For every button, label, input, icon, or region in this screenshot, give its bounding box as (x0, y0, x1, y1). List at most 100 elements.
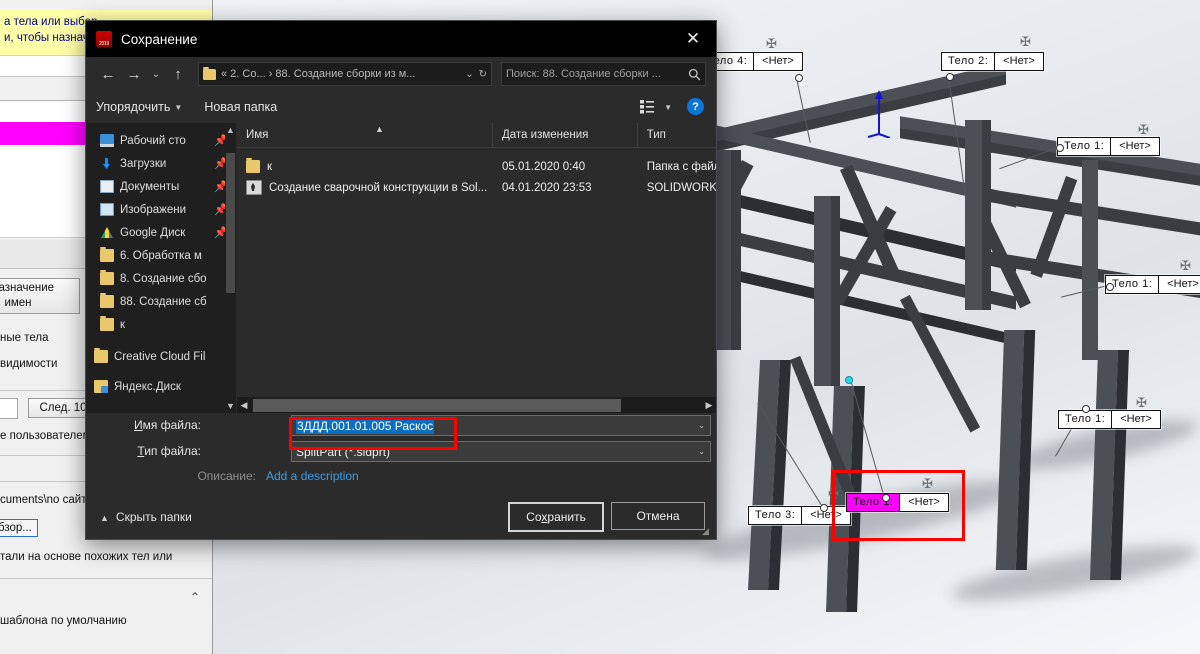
dialog-toolbar[interactable]: Упорядочить ▼ Новая папка ▼ ? (86, 91, 716, 123)
breadcrumb[interactable]: « 2. Со... › 88. Создание сборки из м... (221, 68, 460, 80)
pin-icon[interactable]: ✠ (766, 36, 777, 52)
pin-icon[interactable]: ✠ (1136, 395, 1147, 411)
sidebar-item-creative-cloud[interactable]: Creative Cloud Fil (86, 345, 236, 368)
new-folder-button[interactable]: Новая папка (204, 100, 277, 114)
beam-column (982, 120, 991, 310)
help-icon[interactable]: ? (687, 98, 704, 115)
up-button[interactable]: ↑ (166, 62, 190, 86)
sidebar-scrollbar[interactable]: ▲ ▼ (225, 123, 236, 413)
folder-icon (203, 66, 216, 80)
address-bar[interactable]: « 2. Со... › 88. Создание сборки из м...… (198, 62, 492, 86)
scroll-left-icon[interactable]: ◀ (237, 400, 251, 411)
pin-icon[interactable]: ✠ (1138, 122, 1149, 138)
sidebar-item-google-drive[interactable]: Google Диск 📌 (86, 221, 236, 244)
body-callout[interactable]: Тело 1: <Нет> (1105, 275, 1200, 294)
scroll-down-icon[interactable]: ▼ (225, 399, 236, 413)
scroll-up-icon[interactable]: ▲ (225, 123, 236, 137)
recent-locations-icon[interactable]: ⌄ (148, 62, 164, 86)
callout-key: Тело 3: (749, 507, 803, 524)
pin-icon[interactable]: ✠ (1020, 34, 1031, 50)
filename-input[interactable]: 3ДДД.001.01.005 Раскос ⌄ (291, 415, 711, 436)
sidebar-item-folder-88[interactable]: 88. Создание сб (86, 290, 236, 313)
callout-anchor (1106, 283, 1114, 291)
file-list-pane[interactable]: Имя Дата изменения Тип ▲ к 05.01.2020 0:… (237, 123, 716, 413)
sidebar-item-pictures[interactable]: Изображени 📌 (86, 198, 236, 221)
downloads-icon (100, 157, 114, 170)
chevron-down-icon[interactable]: ⌄ (698, 447, 705, 456)
places-sidebar[interactable]: Рабочий сто 📌 Загрузки 📌 Документы 📌 Изо… (86, 123, 237, 413)
sidebar-item-label: Google Диск (120, 226, 186, 239)
organize-button[interactable]: Упорядочить ▼ (96, 100, 182, 114)
callout-value[interactable]: <Нет> (1111, 138, 1159, 155)
solidworks-file-icon (246, 180, 262, 195)
view-layout-icon[interactable] (640, 100, 654, 114)
organize-label: Упорядочить (96, 100, 171, 114)
search-input[interactable]: Поиск: 88. Создание сборки ... (506, 68, 688, 80)
chevron-down-icon[interactable]: ▼ (664, 103, 672, 112)
folder-icon (100, 270, 114, 285)
chevron-up-icon[interactable]: ⌃ (190, 590, 200, 604)
callout-value[interactable]: <Нет> (1112, 411, 1160, 428)
sidebar-item-folder-8[interactable]: 8. Создание сбо (86, 267, 236, 290)
body-callout[interactable]: Тело 1: <Нет> (1057, 137, 1160, 156)
folder-icon (100, 293, 114, 308)
file-date: 04.01.2020 23:53 (501, 181, 592, 194)
auto-name-button[interactable]: о-назначение имен (0, 278, 80, 314)
dialog-navbar[interactable]: ← → ⌄ ↑ « 2. Со... › 88. Создание сборки… (86, 57, 716, 91)
sidebar-item-downloads[interactable]: Загрузки 📌 (86, 152, 236, 175)
sidebar-item-desktop[interactable]: Рабочий сто 📌 (86, 129, 236, 152)
callout-value[interactable]: <Нет> (1159, 276, 1200, 293)
sidebar-item-folder-k[interactable]: к (86, 313, 236, 336)
close-icon[interactable]: ✕ (670, 21, 716, 57)
forward-button[interactable]: → (122, 62, 146, 86)
sidebar-item-label: к (120, 318, 126, 331)
refresh-icon[interactable]: ↻ (479, 69, 487, 80)
scrollbar-thumb[interactable] (226, 153, 235, 293)
sidebar-item-documents[interactable]: Документы 📌 (86, 175, 236, 198)
browse-button[interactable]: бзор... (0, 519, 38, 537)
column-header-date[interactable]: Дата изменения (493, 123, 638, 147)
callout-key: Тело 1: (1106, 276, 1160, 293)
callout-anchor (795, 74, 803, 82)
dialog-titlebar[interactable]: Сохранение ✕ (86, 21, 716, 57)
search-box[interactable]: Поиск: 88. Создание сборки ... (501, 62, 706, 86)
column-header-name[interactable]: Имя (237, 123, 493, 147)
callout-value[interactable]: <Нет> (754, 53, 802, 70)
back-button[interactable]: ← (96, 62, 120, 86)
count-field[interactable]: 0 (0, 398, 18, 419)
save-button[interactable]: Сохранить (508, 502, 604, 532)
save-button-label: Сохранить (526, 510, 586, 524)
sidebar-item-yandex-disk[interactable]: Яндекс.Диск (86, 375, 236, 398)
save-dialog[interactable]: Сохранение ✕ ← → ⌄ ↑ « 2. Со... › 88. Со… (85, 20, 717, 540)
chevron-down-icon[interactable]: ⌄ (698, 421, 705, 430)
pin-icon[interactable]: ✠ (1180, 258, 1191, 274)
beam-column (1082, 160, 1098, 360)
body-callout[interactable]: Тело 1: <Нет> (1058, 410, 1161, 429)
table-row[interactable]: к 05.01.2020 0:40 Папка с файл (237, 156, 716, 177)
file-list-horizontal-scrollbar[interactable]: ◀ ▶ (237, 397, 716, 413)
callout-value[interactable]: <Нет> (995, 53, 1043, 70)
chevron-down-icon[interactable]: ⌄ (465, 69, 473, 80)
filetype-label: Тип файла: (137, 444, 201, 458)
beam-column (965, 120, 982, 310)
resize-grip[interactable]: ◢ (702, 526, 712, 536)
body-callout[interactable]: Тело 2: <Нет> (941, 52, 1044, 71)
dialog-body: Рабочий сто 📌 Загрузки 📌 Документы 📌 Изо… (86, 123, 716, 413)
hide-folders-button[interactable]: ▲ Скрыть папки (100, 510, 192, 524)
sidebar-item-folder-6[interactable]: 6. Обработка м (86, 244, 236, 267)
cancel-button[interactable]: Отмена (611, 502, 705, 530)
scrollbar-thumb[interactable] (253, 398, 621, 412)
callout-anchor (1082, 405, 1090, 413)
filetype-select[interactable]: SplitPart (*.sldprt) ⌄ (291, 441, 711, 462)
column-header-type[interactable]: Тип (638, 123, 716, 147)
save-form: ИИмя файла:мя файла: 3ДДД.001.01.005 Рас… (86, 413, 716, 499)
callout-key: Тело 1: (1059, 411, 1113, 428)
add-description-link[interactable]: Add a description (266, 469, 359, 483)
scrollbar-track[interactable] (251, 398, 702, 412)
file-list-header[interactable]: Имя Дата изменения Тип ▲ (237, 123, 716, 148)
template-path-text: cuments\no сайт (0, 494, 87, 506)
scroll-right-icon[interactable]: ▶ (702, 400, 716, 411)
sidebar-item-label: Документы (120, 180, 180, 193)
callout-anchor (946, 73, 954, 81)
table-row[interactable]: Создание сварочной конструкции в Sol... … (237, 177, 716, 198)
